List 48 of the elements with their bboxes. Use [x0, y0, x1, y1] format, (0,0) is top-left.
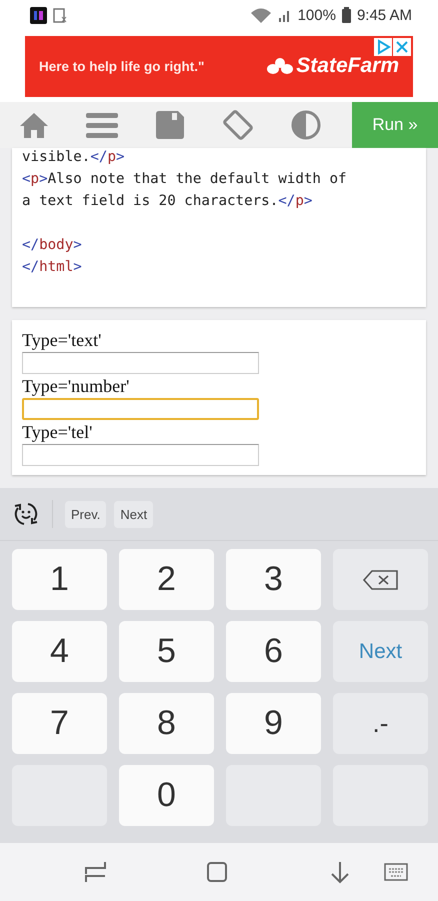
- digit-key[interactable]: 3: [226, 549, 321, 610]
- digit-key[interactable]: 0: [119, 765, 214, 826]
- logo-icon: [267, 58, 294, 74]
- digit-key[interactable]: 1: [12, 549, 107, 610]
- backspace-key[interactable]: [333, 549, 428, 610]
- backspace-icon: [362, 568, 400, 590]
- recent-apps-icon[interactable]: [83, 860, 107, 884]
- save-icon[interactable]: [156, 111, 184, 139]
- battery-icon: [342, 7, 351, 23]
- input-field[interactable]: [22, 398, 259, 420]
- input-field[interactable]: [22, 352, 259, 374]
- home-icon[interactable]: [19, 112, 49, 138]
- digit-key[interactable]: 7: [12, 693, 107, 754]
- keyboard-nav-button[interactable]: Prev.: [65, 500, 106, 528]
- contrast-icon[interactable]: [291, 110, 321, 140]
- ad-info-icon[interactable]: [374, 38, 392, 56]
- emoji-icon[interactable]: [12, 500, 40, 528]
- field-label: Type='text': [22, 329, 102, 352]
- digit-key[interactable]: 4: [12, 621, 107, 682]
- ad-slogan: Here to help life go right.": [39, 58, 204, 74]
- field-label: Type='number': [22, 375, 130, 398]
- symbol-key[interactable]: .-: [333, 693, 428, 754]
- code-line: <p>Also note that the default width of: [22, 170, 348, 189]
- digit-key[interactable]: 9: [226, 693, 321, 754]
- signal-icon: [278, 8, 292, 22]
- home-button-icon[interactable]: [206, 861, 228, 883]
- wifi-icon: [250, 7, 272, 23]
- digit-key[interactable]: 6: [226, 621, 321, 682]
- digit-key[interactable]: 5: [119, 621, 214, 682]
- ad-brand: StateFarm: [296, 54, 399, 78]
- close-icon[interactable]: [393, 38, 411, 56]
- clock: 9:45 AM: [356, 6, 412, 24]
- code-line: visible.</p>: [22, 148, 126, 167]
- field-label: Type='tel': [22, 421, 94, 444]
- keyboard-icon[interactable]: [384, 862, 408, 882]
- digit-key[interactable]: 2: [119, 549, 214, 610]
- input-field[interactable]: [22, 444, 259, 466]
- menu-icon[interactable]: [86, 112, 118, 138]
- digit-key[interactable]: 8: [119, 693, 214, 754]
- app-icon: [30, 6, 47, 24]
- keyboard-nav-button[interactable]: Next: [114, 500, 154, 528]
- document-icon: [53, 8, 67, 22]
- code-line: </body>: [22, 236, 83, 255]
- ad-banner[interactable]: Here to help life go right." StateFarm: [25, 36, 413, 96]
- battery-percent: 100%: [298, 6, 336, 24]
- code-line: </html>: [22, 258, 83, 277]
- code-line: a text field is 20 characters.</p>: [22, 192, 314, 211]
- rotate-icon[interactable]: [221, 108, 255, 142]
